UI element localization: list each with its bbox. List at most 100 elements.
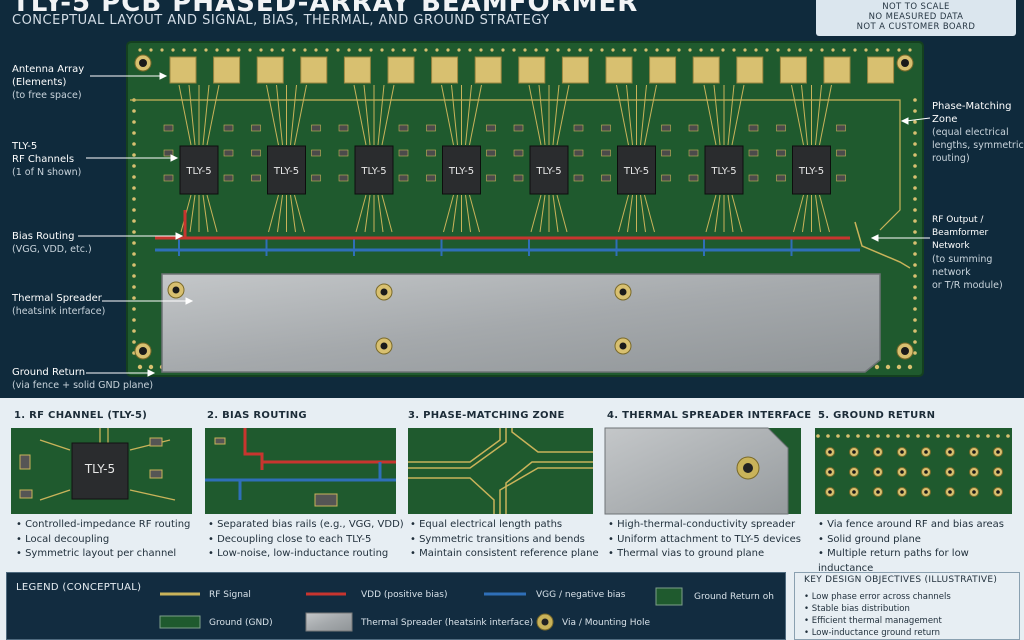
via [347, 48, 351, 52]
thermal-spreader [161, 273, 881, 373]
panel-2-bullets: Separated bias rails (e.g., VGG, VDD) De… [208, 518, 404, 562]
via [369, 48, 373, 52]
callout-sub: lengths, symmetric [932, 140, 1024, 151]
smd-component [398, 124, 409, 132]
via [512, 48, 516, 52]
antenna-element [213, 56, 241, 84]
bullet: Solid ground plane [818, 533, 1024, 548]
via [132, 241, 136, 245]
via [132, 230, 136, 234]
smd-component [748, 149, 759, 157]
callout-title: Beamformer Network [932, 228, 989, 251]
via [132, 208, 136, 212]
antenna-element [431, 56, 459, 84]
callout-sub: (equal electrical [932, 127, 1009, 138]
antenna-element [649, 56, 677, 84]
smd-component [661, 149, 671, 157]
callout-title: RF Channels [12, 154, 75, 165]
antenna-element [169, 56, 197, 84]
via [534, 48, 538, 52]
via [132, 307, 136, 311]
via [132, 120, 136, 124]
bullet: Low-noise, low-inductance routing [208, 547, 404, 562]
via [622, 48, 626, 52]
via [913, 109, 917, 113]
antenna-element [518, 56, 546, 84]
callout-title: RF Output / [932, 215, 984, 225]
tly5-chip-label: TLY-5 [360, 166, 386, 177]
spreader-screw-center [619, 288, 627, 296]
callout-title: TLY-5 [12, 141, 38, 152]
smd-component [251, 149, 261, 157]
callout-title: Antenna Array [12, 64, 85, 75]
smd-component [688, 149, 699, 157]
smd-component [776, 174, 786, 182]
smd-component [223, 124, 234, 132]
via [132, 175, 136, 179]
via [132, 252, 136, 256]
via [171, 48, 175, 52]
smd-component [338, 124, 349, 132]
via [885, 364, 891, 370]
via [479, 48, 483, 52]
smd-component [776, 124, 786, 132]
via [913, 98, 917, 102]
callout-sub: (VGG, VDD, etc.) [12, 244, 92, 255]
bullet: Separated bias rails (e.g., VGG, VDD) [208, 518, 404, 533]
callout-title: Ground Return [12, 367, 86, 378]
smd-component [163, 174, 174, 182]
via [611, 48, 615, 52]
via [677, 48, 681, 52]
via [402, 48, 406, 52]
antenna-element [736, 56, 764, 84]
via [380, 48, 384, 52]
via [424, 48, 428, 52]
tly5-chip-label: TLY-5 [185, 166, 211, 177]
via [149, 48, 153, 52]
via [913, 241, 917, 245]
smd-component [251, 174, 261, 182]
callout-sub: routing) [932, 153, 970, 164]
via [913, 164, 917, 168]
via [132, 274, 136, 278]
via [314, 48, 318, 52]
via [600, 48, 604, 52]
via [913, 274, 917, 278]
via [336, 48, 340, 52]
via [633, 48, 637, 52]
via [435, 48, 439, 52]
smd-component [251, 124, 261, 132]
via [413, 48, 417, 52]
via [721, 48, 725, 52]
panel-1-chip-label: TLY-5 [84, 462, 116, 476]
bullet: Decoupling close to each TLY-5 [208, 533, 404, 548]
via [215, 48, 219, 52]
via [699, 48, 703, 52]
tly5-chip-label: TLY-5 [535, 166, 561, 177]
smd-component [748, 124, 759, 132]
via [913, 219, 917, 223]
via [913, 208, 917, 212]
spreader-screw-center [619, 342, 627, 350]
via [132, 142, 136, 146]
smd-component [398, 149, 409, 157]
antenna-element [823, 56, 851, 84]
legend-rf-signal: RF Signal [209, 590, 251, 600]
antenna-element [605, 56, 633, 84]
legend-ground: Ground (GND) [209, 618, 273, 628]
smd-component [748, 174, 759, 182]
via [132, 263, 136, 267]
via [913, 329, 917, 333]
smd-component [573, 149, 584, 157]
via [874, 364, 880, 370]
bullet: Equal electrical length paths [410, 518, 599, 533]
panel-1-bullets: Controlled-impedance RF routing Local de… [16, 518, 190, 562]
via [913, 230, 917, 234]
via [132, 285, 136, 289]
smd-component [311, 124, 321, 132]
via [897, 48, 901, 52]
via [913, 340, 917, 344]
via [391, 48, 395, 52]
smd-component [426, 174, 436, 182]
legend-title: LEGEND (CONCEPTUAL) [16, 582, 142, 593]
